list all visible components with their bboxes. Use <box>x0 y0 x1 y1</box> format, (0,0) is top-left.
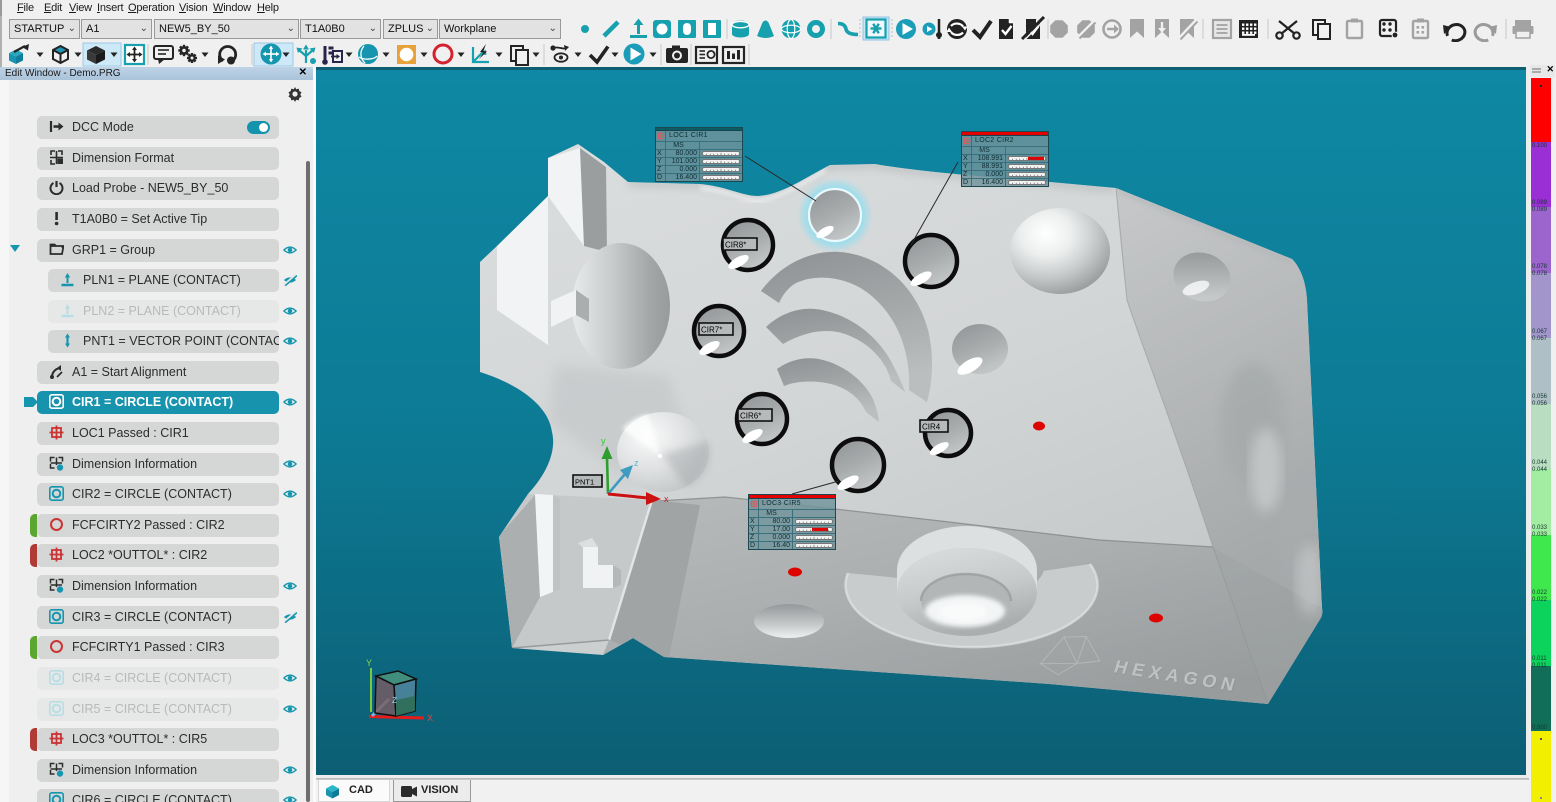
svg-text:z: z <box>634 458 639 468</box>
svg-text:x: x <box>664 494 669 504</box>
svg-text:Z: Z <box>392 696 397 705</box>
svg-text:CIR7*: CIR7* <box>701 326 722 335</box>
svg-text:PNT1: PNT1 <box>575 478 594 487</box>
svg-text:Y: Y <box>366 658 372 668</box>
svg-text:CIR6*: CIR6* <box>740 412 761 421</box>
svg-text:X: X <box>427 713 433 723</box>
svg-text:y: y <box>601 436 606 446</box>
svg-text:CIR4: CIR4 <box>922 423 941 432</box>
svg-text:CIR8*: CIR8* <box>725 241 746 250</box>
